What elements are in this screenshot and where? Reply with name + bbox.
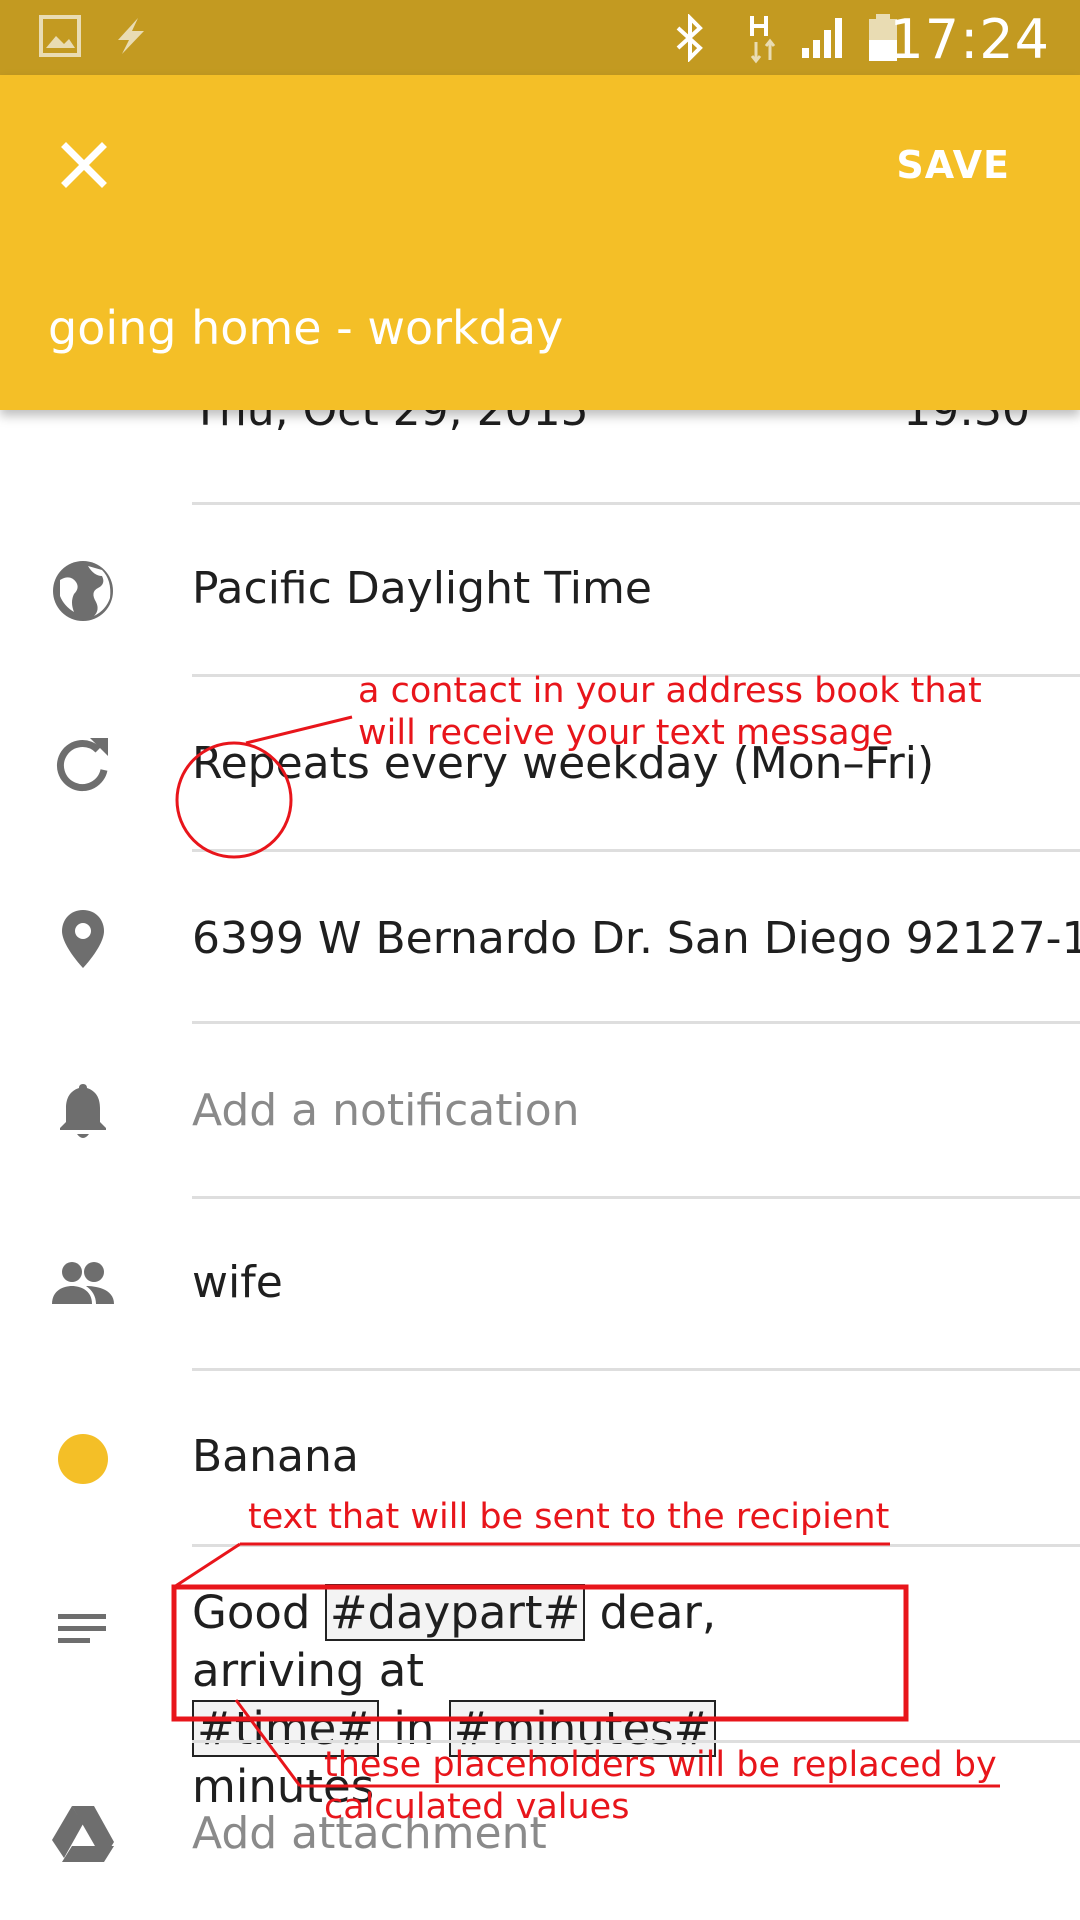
notes-icon	[58, 1614, 106, 1643]
close-icon[interactable]	[52, 133, 116, 197]
globe-icon	[53, 561, 113, 621]
divider	[192, 849, 1080, 852]
add-notification-button[interactable]: Add a notification	[192, 1085, 580, 1136]
divider	[192, 1740, 1080, 1743]
divider	[192, 1544, 1080, 1547]
annotation-placeholders-text: these placeholders will be replaced by c…	[324, 1745, 997, 1827]
divider	[192, 502, 1080, 505]
divider	[192, 1021, 1080, 1024]
color-field[interactable]: Banana	[192, 1431, 359, 1482]
repeat-icon	[56, 738, 108, 792]
event-title[interactable]: going home - workday	[48, 301, 563, 355]
bell-icon	[60, 1084, 106, 1138]
app-bar: SAVE going home - workday	[0, 75, 1080, 410]
color-swatch-icon	[58, 1434, 108, 1484]
drive-icon	[52, 1806, 114, 1862]
divider	[192, 1196, 1080, 1199]
people-icon	[52, 1262, 114, 1304]
annotation-contact-text: a contact in your address book that will…	[358, 671, 982, 753]
annotation-text-sent: text that will be sent to the recipient	[248, 1496, 1048, 1538]
divider	[192, 1368, 1080, 1371]
guests-field[interactable]: wife	[192, 1257, 283, 1308]
annotation-text-sent-text: text that will be sent to the recipient	[248, 1497, 890, 1537]
timezone-field[interactable]: Pacific Daylight Time	[192, 563, 652, 614]
annotation-contact: a contact in your address book that will…	[358, 670, 1038, 754]
description-word: Good	[192, 1586, 311, 1639]
annotation-placeholders: these placeholders will be replaced by c…	[324, 1744, 1044, 1828]
save-button[interactable]: SAVE	[896, 143, 1010, 187]
placeholder-daypart: #daypart#	[324, 1584, 586, 1641]
location-field[interactable]: 6399 W Bernardo Dr. San Diego 92127-1	[192, 913, 1080, 964]
location-pin-icon	[62, 910, 104, 968]
